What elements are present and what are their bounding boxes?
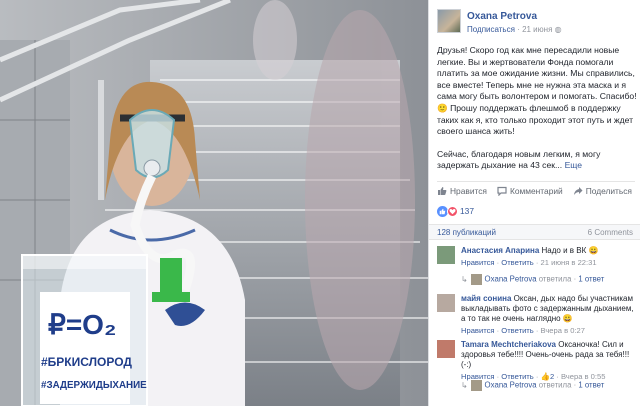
reply-verb: ответила: [538, 274, 572, 284]
comment-body: Анастасия Апарина Надо и в ВК 😀 Нравится…: [461, 246, 637, 268]
comment-time[interactable]: Вчера в 0:27: [541, 326, 585, 335]
post-meta: Подписаться · 21 июня ◍: [467, 25, 562, 34]
comment-avatar[interactable]: [437, 294, 455, 312]
post-photo[interactable]: ₽=O₂ #БРКИСЛОРОД #ЗАДЕРЖИДЫХАНИЕ: [0, 0, 428, 406]
author-avatar[interactable]: [437, 9, 461, 33]
reply-count: 1 ответ: [578, 380, 605, 390]
sign-line-3: #ЗАДЕРЖИДЫХАНИЕ: [41, 380, 147, 391]
comment-author[interactable]: Tamara Mechtcheriakova: [461, 340, 556, 349]
sign-line-2: #БРКИСЛОРОД: [41, 355, 132, 369]
reply-arrow-icon: ↳: [461, 274, 468, 284]
post-side-panel: Oxana Petrova Подписаться · 21 июня ◍ Др…: [428, 0, 640, 406]
comments-bar: 128 публикаций 6 Comments: [429, 224, 640, 240]
comment-like-link[interactable]: Нравится: [461, 326, 495, 335]
post-header: Oxana Petrova Подписаться · 21 июня ◍: [437, 9, 637, 37]
share-button[interactable]: Поделиться: [573, 185, 632, 197]
post-paragraph-1: Друзья! Скоро год как мне пересадили нов…: [437, 45, 637, 137]
like-button-label: Нравится: [450, 186, 487, 196]
see-more-link[interactable]: Еще: [565, 160, 583, 170]
thumbs-up-icon: [438, 187, 447, 195]
comment-body: майя сонина Оксан, дых надо бы участника…: [461, 294, 637, 336]
comment-body: Tamara Mechtcheriakova Оксаночка! Сил и …: [461, 340, 637, 382]
comment-links: Нравится · Ответить · Вчера в 0:27: [461, 326, 637, 336]
reply-verb: ответила: [538, 380, 572, 390]
reply-arrow-icon: ↳: [461, 380, 468, 390]
comment-reply-link[interactable]: Ответить: [501, 326, 533, 335]
reply-author: Oxana Petrova: [484, 274, 537, 284]
like-button[interactable]: Нравится: [437, 185, 487, 197]
sign-line-1: ₽=O₂: [48, 309, 116, 340]
post-text: Друзья! Скоро год как мне пересадили нов…: [437, 45, 637, 183]
comment-text: Надо и в ВК 😀: [541, 246, 599, 255]
comment-like-link[interactable]: Нравится: [461, 258, 495, 267]
reply-avatar: [470, 380, 482, 391]
comment-links: Нравится · Ответить · 21 июня в 22:31: [461, 258, 637, 268]
reactions-summary[interactable]: 137: [437, 204, 474, 218]
comment-avatar[interactable]: [437, 246, 455, 264]
comment-time[interactable]: 21 июня в 22:31: [541, 258, 597, 267]
publications-link[interactable]: 128 публикаций: [437, 228, 496, 237]
comment-replies-link[interactable]: ↳ Oxana Petrova ответила · 1 ответ: [461, 274, 637, 285]
heart-reaction-icon: [447, 205, 458, 217]
reply-author: Oxana Petrova: [484, 380, 537, 390]
reply-count: 1 ответ: [578, 274, 605, 284]
comment-author[interactable]: майя сонина: [461, 294, 511, 303]
share-icon: [573, 187, 583, 195]
comment-replies-link[interactable]: ↳ Oxana Petrova ответила · 1 ответ: [461, 380, 637, 391]
share-button-label: Поделиться: [585, 186, 632, 196]
author-name[interactable]: Oxana Petrova: [467, 11, 537, 22]
comment-reply-link[interactable]: Ответить: [501, 258, 533, 267]
post-paragraph-2: Сейчас, благодаря новым легким, я могу з…: [437, 149, 637, 172]
reply-avatar: [470, 274, 482, 285]
comment-avatar[interactable]: [437, 340, 455, 358]
post-date[interactable]: 21 июня: [522, 25, 552, 34]
comment-button-label: Комментарий: [509, 186, 563, 196]
comment-author[interactable]: Анастасия Апарина: [461, 246, 539, 255]
comments-count[interactable]: 6 Comments: [588, 228, 633, 237]
comment-button[interactable]: Комментарий: [497, 185, 563, 197]
globe-icon: ◍: [554, 25, 562, 34]
photo-illustration: ₽=O₂ #БРКИСЛОРОД #ЗАДЕРЖИДЫХАНИЕ: [0, 0, 428, 406]
post-actions: Нравится Комментарий Поделиться: [437, 181, 635, 197]
reactions-count: 137: [460, 206, 474, 216]
follow-link[interactable]: Подписаться: [467, 25, 515, 34]
comment-icon: [497, 186, 507, 196]
